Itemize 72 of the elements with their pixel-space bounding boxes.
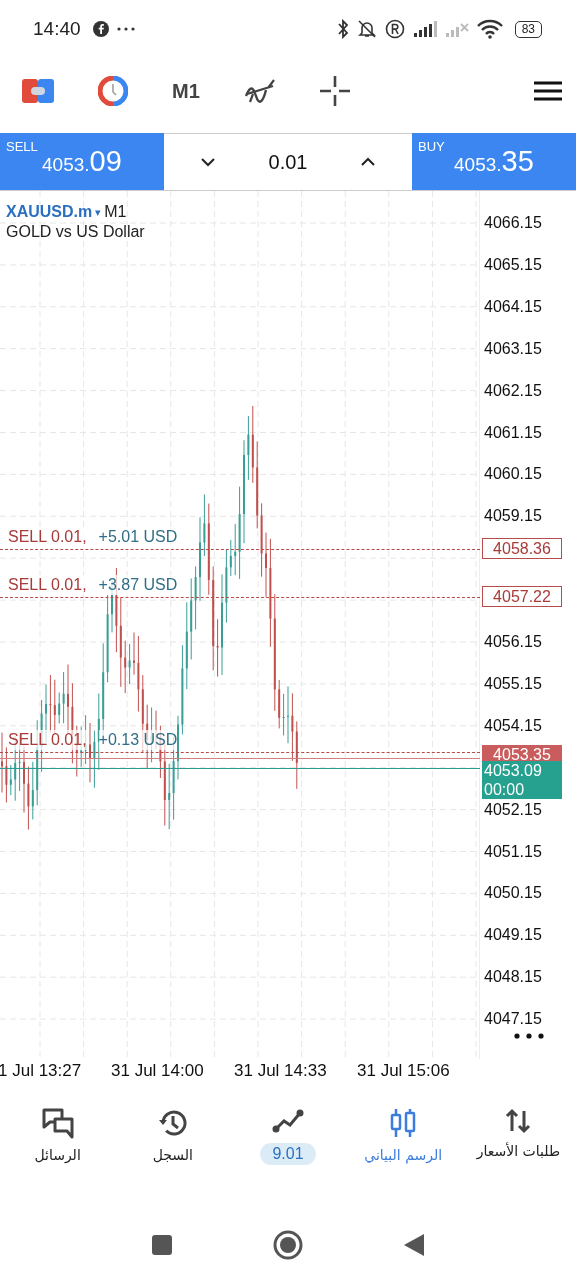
time-label: 31 Jul 14:00 bbox=[111, 1061, 204, 1081]
price-label: 4047.15 bbox=[484, 1009, 542, 1030]
battery-indicator: 83 bbox=[514, 20, 542, 38]
no-signal-icon bbox=[444, 20, 469, 38]
more-icon[interactable] bbox=[514, 1033, 544, 1039]
nav-tab[interactable]: 9.01 bbox=[230, 1101, 346, 1185]
order-side: SELL 0.01, bbox=[8, 527, 87, 547]
nav-tab[interactable]: الرسائل bbox=[0, 1101, 116, 1185]
symbol-description: GOLD vs US Dollar bbox=[6, 223, 145, 241]
order-side: SELL 0.01, bbox=[8, 575, 87, 595]
price-label: 4050.15 bbox=[484, 883, 542, 904]
symbol-name[interactable]: XAUUSD.m bbox=[6, 203, 93, 221]
recents-icon[interactable] bbox=[151, 1234, 173, 1256]
bid-price: 4053.09 bbox=[484, 761, 543, 780]
sell-button[interactable]: SELL 4053.09 bbox=[0, 133, 164, 190]
price-label: 4062.15 bbox=[484, 380, 542, 401]
trade-panel-icon[interactable] bbox=[22, 79, 54, 103]
facebook-icon bbox=[92, 21, 109, 37]
bluetooth-icon bbox=[336, 19, 349, 39]
price-label: 4061.15 bbox=[484, 422, 542, 443]
crosshair-icon[interactable] bbox=[319, 76, 350, 106]
swap-arrows-icon bbox=[504, 1107, 533, 1135]
price-label: 4060.15 bbox=[484, 464, 542, 485]
chevron-down-icon[interactable] bbox=[200, 157, 216, 167]
nav-tab[interactable]: طلبات الأسعار bbox=[460, 1101, 576, 1185]
chat-icon bbox=[40, 1107, 75, 1139]
price-label: 4059.15 bbox=[484, 506, 542, 527]
order-price-tag: 4057.22 bbox=[482, 586, 562, 607]
nav-tab[interactable]: الرسم البياني bbox=[345, 1101, 461, 1185]
candlestick-icon bbox=[389, 1107, 418, 1139]
order-profit: +3.87 USD bbox=[98, 575, 178, 595]
timeframe-button[interactable]: M1 bbox=[172, 79, 200, 103]
caret-icon[interactable]: ▾ bbox=[95, 205, 102, 219]
nav-tab[interactable]: السجل bbox=[115, 1101, 231, 1185]
order-line[interactable] bbox=[0, 597, 480, 598]
price-label: 4065.15 bbox=[484, 254, 542, 275]
order-line[interactable] bbox=[0, 549, 480, 550]
buy-button[interactable]: BUY 4053.35 bbox=[412, 133, 576, 190]
time-label: 31 Jul 14:33 bbox=[234, 1061, 327, 1081]
price-label: 4055.15 bbox=[484, 673, 542, 694]
trend-line-icon bbox=[272, 1107, 304, 1135]
price-label: 4056.15 bbox=[484, 632, 542, 652]
order-price-tag: 4058.36 bbox=[482, 538, 562, 559]
price-label: 4052.15 bbox=[484, 799, 542, 820]
indicators-icon[interactable] bbox=[243, 78, 276, 104]
registered-icon bbox=[384, 19, 405, 39]
price-label: 4049.15 bbox=[484, 925, 542, 946]
timeframe-label: M1 bbox=[104, 203, 127, 221]
more-icon bbox=[116, 27, 135, 31]
wifi-icon bbox=[476, 19, 503, 39]
order-profit: +0.13 USD bbox=[98, 730, 178, 750]
time-label: 31 Jul 15:06 bbox=[357, 1061, 450, 1081]
price-label: 4048.15 bbox=[484, 967, 542, 988]
bar-timer: 00:00 bbox=[484, 780, 526, 799]
order-line[interactable] bbox=[0, 752, 480, 753]
bell-off-icon bbox=[356, 19, 377, 39]
clock-ring-icon[interactable] bbox=[98, 76, 128, 106]
price-label: 4054.15 bbox=[484, 715, 542, 736]
signal-icon bbox=[412, 20, 437, 38]
price-label: 4063.15 bbox=[484, 338, 542, 359]
order-side: SELL 0.01, bbox=[8, 730, 87, 750]
home-icon[interactable] bbox=[273, 1230, 303, 1260]
price-label: 4066.15 bbox=[484, 213, 542, 233]
time-label: 1 Jul 13:27 bbox=[0, 1061, 82, 1081]
volume-value[interactable]: 0.01 bbox=[268, 150, 308, 174]
order-profit: +5.01 USD bbox=[98, 527, 178, 547]
chevron-up-icon[interactable] bbox=[360, 157, 376, 167]
back-icon[interactable] bbox=[403, 1233, 425, 1257]
price-label: 4064.15 bbox=[484, 296, 542, 317]
menu-icon[interactable] bbox=[534, 81, 562, 101]
price-label: 4051.15 bbox=[484, 841, 542, 862]
clock-time: 14:40 bbox=[33, 18, 81, 40]
